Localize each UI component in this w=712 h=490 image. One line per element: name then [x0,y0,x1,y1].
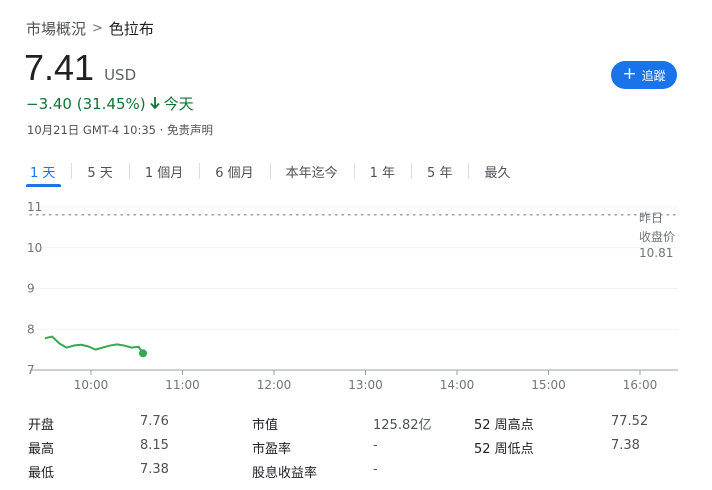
arrow-down-icon [149,97,160,110]
tab-5-days[interactable]: 5 天 [71,159,128,183]
stat-row: 最高 8.15 市盈率 - 52 周低点 7.38 [28,438,658,462]
x-tick-label: 15:00 [531,378,566,392]
previous-close-label: 昨日 [639,211,663,225]
tab-1-year[interactable]: 1 年 [353,159,411,183]
x-tick-label: 14:00 [440,378,475,392]
range-tabs: 1 天 5 天 1 個月 6 個月 本年迄今 1 年 5 年 最久 [26,158,526,187]
stat-market-cap-value: 125.82亿 [373,418,432,433]
stat-52w-high-label: 52 周高点 [474,418,534,433]
stat-pe-label: 市盈率 [252,442,292,457]
price-chart[interactable]: 1110987昨日收盘价10.8110:00 11:00 12:00 13:00 14:… [0,195,712,400]
stock-price: 7.41 [24,47,95,88]
price-line [44,335,144,354]
change-value: −3.40 (31.45%) [26,94,146,113]
quote-timestamp[interactable]: 10月21日 GMT-4 10:35 · 免责声明 [27,122,213,138]
stat-52w-low-value: 7.38 [611,438,640,453]
stat-dividend-label: 股息收益率 [252,466,318,481]
x-tick-label: 13:00 [348,378,383,392]
tab-5-years[interactable]: 5 年 [411,159,468,183]
stat-open-label: 开盘 [28,418,55,433]
follow-button[interactable]: + 追蹤 [611,61,677,89]
tab-6-months[interactable]: 6 個月 [199,159,269,183]
stat-52w-high-value: 77.52 [611,414,649,429]
breadcrumb-current: 色拉布 [108,20,154,38]
price-row: 7.41 USD [24,50,136,86]
current-price-dot [139,349,147,358]
stat-52w-low-label: 52 周低点 [474,442,534,457]
previous-close-value: 10.81 [639,246,673,260]
tab-1-day[interactable]: 1 天 [26,159,71,187]
x-tick-label: 10:00 [74,378,109,392]
tab-1-month[interactable]: 1 個月 [128,159,199,183]
price-change: −3.40 (31.45%) 今天 [26,93,194,114]
y-tick-label: 10 [27,241,42,255]
tab-max[interactable]: 最久 [468,159,526,183]
stat-market-cap-label: 市值 [252,418,279,433]
follow-button-label: 追蹤 [641,68,666,83]
x-tick-label: 16:00 [623,378,658,392]
currency-label: USD [104,66,137,84]
breadcrumb-separator: > [92,21,103,36]
tab-ytd[interactable]: 本年迄今 [269,159,354,183]
stat-high-value: 8.15 [140,438,169,453]
x-tick-label: 12:00 [257,378,292,392]
stats-table: 开盘 7.76 市值 125.82亿 52 周高点 77.52 最高 8.15 … [28,414,658,486]
y-tick-label: 9 [27,282,35,296]
stat-row: 开盘 7.76 市值 125.82亿 52 周高点 77.52 [28,414,658,438]
stat-high-label: 最高 [28,442,55,457]
stat-row: 最低 7.38 股息收益率 - [28,462,658,486]
breadcrumb: 市場概況 > 色拉布 [26,18,154,39]
breadcrumb-root-link[interactable]: 市場概況 [26,18,86,39]
previous-close-label: 收盘价 [639,229,675,244]
stat-open-value: 7.76 [140,414,169,429]
stat-low-label: 最低 [28,466,55,481]
stat-dividend-value: - [373,462,378,477]
stat-low-value: 7.38 [140,462,169,477]
plus-icon: + [622,63,637,84]
x-tick-label: 11:00 [165,378,200,392]
stat-pe-value: - [373,438,378,453]
y-tick-label: 8 [27,322,35,336]
y-tick-label: 11 [27,200,42,214]
change-period: 今天 [163,95,194,113]
